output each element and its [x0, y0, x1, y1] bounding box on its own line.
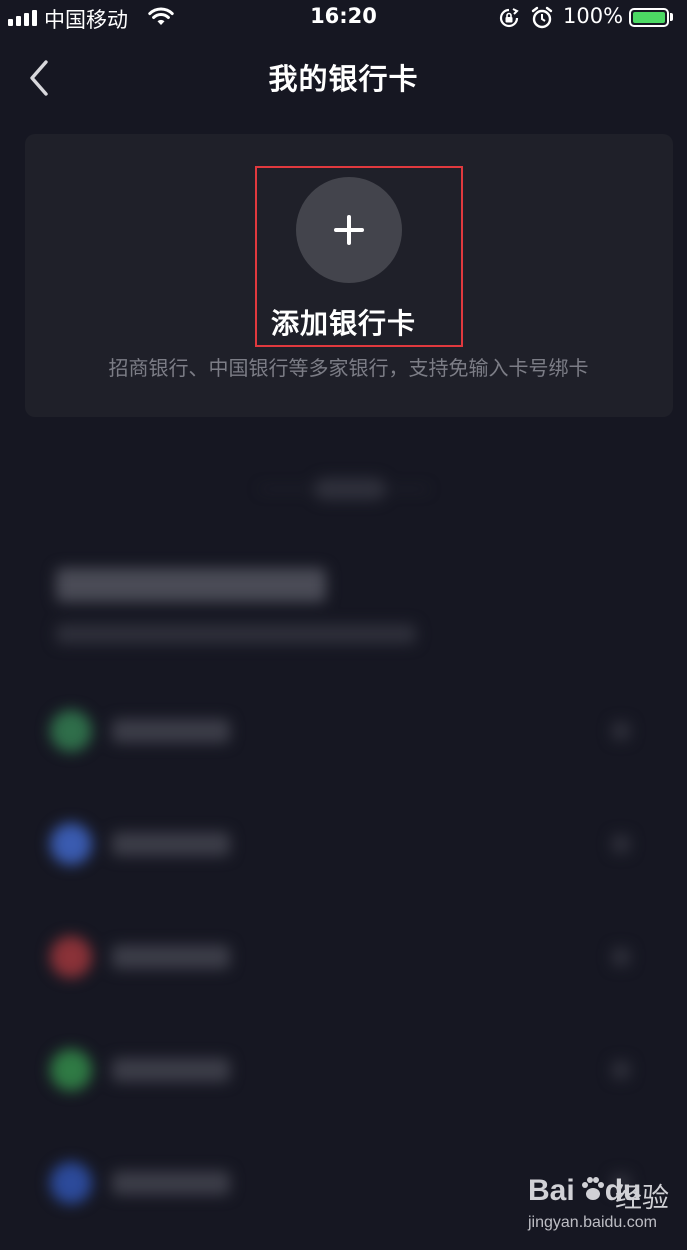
bank-list-item[interactable] [50, 705, 640, 755]
bank-name-placeholder [112, 719, 230, 743]
bank-logo-icon [50, 710, 92, 752]
bank-list-item[interactable] [50, 931, 640, 981]
section-heading-placeholder [56, 568, 326, 602]
add-card-subtitle: 招商银行、中国银行等多家银行，支持免输入卡号绑卡 [108, 356, 589, 380]
battery-cap [670, 13, 673, 21]
alarm-icon [531, 6, 553, 34]
section-subheading-placeholder [56, 624, 416, 644]
paw-icon [578, 1174, 608, 1204]
bank-logo-icon [50, 1162, 92, 1204]
rotation-lock-icon [498, 7, 520, 33]
highlight-annotation-box [255, 166, 463, 347]
page-title: 我的银行卡 [268, 62, 419, 96]
blurred-bank-section [0, 430, 687, 1250]
watermark-url: jingyan.baidu.com [528, 1214, 657, 1231]
watermark-text: 经验 [615, 1183, 669, 1214]
section-label-placeholder [314, 478, 386, 500]
status-bar: 中国移动 16:20 100% [0, 0, 687, 36]
bank-name-placeholder [112, 1058, 230, 1082]
bank-name-placeholder [112, 1171, 230, 1195]
bank-logo-icon [50, 1049, 92, 1091]
battery-percentage: 100% [563, 4, 624, 28]
battery-icon [629, 8, 669, 27]
chevron-right-icon [612, 948, 630, 966]
chevron-right-icon [612, 835, 630, 853]
chevron-right-icon [612, 1061, 630, 1079]
bank-name-placeholder [112, 832, 230, 856]
baidu-jingyan-watermark: Bai du 经验 jingyan.baidu.com [520, 1168, 680, 1238]
bank-logo-icon [50, 936, 92, 978]
bank-logo-icon [50, 823, 92, 865]
bank-list-item[interactable] [50, 818, 640, 868]
chevron-right-icon [612, 722, 630, 740]
bank-list-item[interactable] [50, 1044, 640, 1094]
bank-name-placeholder [112, 945, 230, 969]
